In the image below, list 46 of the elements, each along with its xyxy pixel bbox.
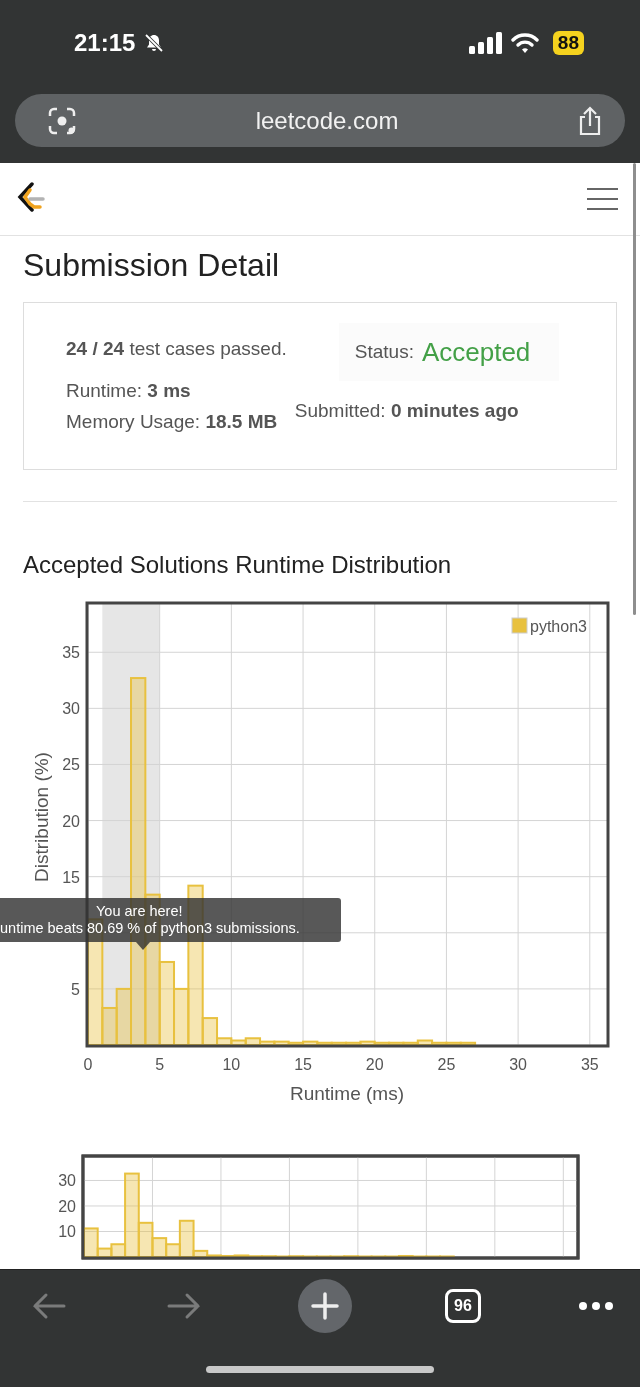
y-tick-label: 20 xyxy=(62,812,80,830)
muted-bell-icon xyxy=(143,32,166,54)
signal-icon xyxy=(468,32,503,54)
status-label: Status: xyxy=(354,341,414,363)
y-tick-label: 35 xyxy=(62,644,80,662)
x-tick-label: 35 xyxy=(580,1056,599,1073)
tooltip-pointer xyxy=(136,942,150,950)
lens-icon[interactable] xyxy=(47,105,77,136)
legend-label: python3 xyxy=(530,618,587,635)
memory-text: Memory Usage: 18.5 MB xyxy=(66,410,279,434)
x-tick-label: 20 xyxy=(365,1056,384,1073)
clock-time: 21:15 xyxy=(74,29,136,57)
y-tick-label: 5 xyxy=(71,980,80,998)
tab-count-button[interactable]: 96 xyxy=(445,1289,481,1323)
x-tick-label: 25 xyxy=(437,1056,456,1073)
overview-axis-label: 30 xyxy=(58,1172,76,1190)
tooltip: You are here! untime beats 80.69 % of python3 submissions. xyxy=(0,898,341,942)
x-tick-label: 15 xyxy=(294,1056,312,1073)
runtime-text: Runtime: 3 ms xyxy=(66,379,192,403)
page-title: Submission Detail xyxy=(23,247,281,283)
overview-axis-label: 10 xyxy=(58,1223,76,1241)
plus-icon[interactable] xyxy=(311,1292,339,1320)
x-tick-label: 30 xyxy=(509,1056,527,1073)
new-tab-button[interactable] xyxy=(298,1279,352,1333)
y-tick-label: 25 xyxy=(62,756,80,774)
x-tick-label: 0 xyxy=(83,1056,93,1073)
status-value: Accepted xyxy=(421,336,531,368)
more-icon[interactable] xyxy=(578,1301,614,1311)
y-tick-label: 15 xyxy=(62,868,80,886)
overview-navigator-drawing[interactable] xyxy=(81,1154,580,1260)
test-cases-text: 24 / 24 test cases passed. xyxy=(66,338,287,360)
x-tick-label: 5 xyxy=(155,1056,165,1073)
menu-icon[interactable] xyxy=(587,188,618,210)
y-axis-title: Distribution (%) xyxy=(31,752,52,882)
section-heading: Accepted Solutions Runtime Distribution xyxy=(23,550,453,580)
overview-axis-label: 20 xyxy=(58,1198,76,1215)
x-tick-label: 10 xyxy=(222,1056,241,1073)
x-axis-title: Runtime (ms) xyxy=(290,1083,404,1104)
battery-indicator: 88 xyxy=(552,31,584,55)
share-icon[interactable] xyxy=(577,105,603,136)
scrollbar[interactable] xyxy=(633,163,636,615)
submitted-text: Submitted: 0 minutes ago xyxy=(294,400,520,422)
y-tick-label: 30 xyxy=(62,700,80,718)
address-bar[interactable]: leetcode.com xyxy=(15,94,625,147)
wifi-icon xyxy=(510,32,539,54)
url-text: leetcode.com xyxy=(254,106,400,135)
